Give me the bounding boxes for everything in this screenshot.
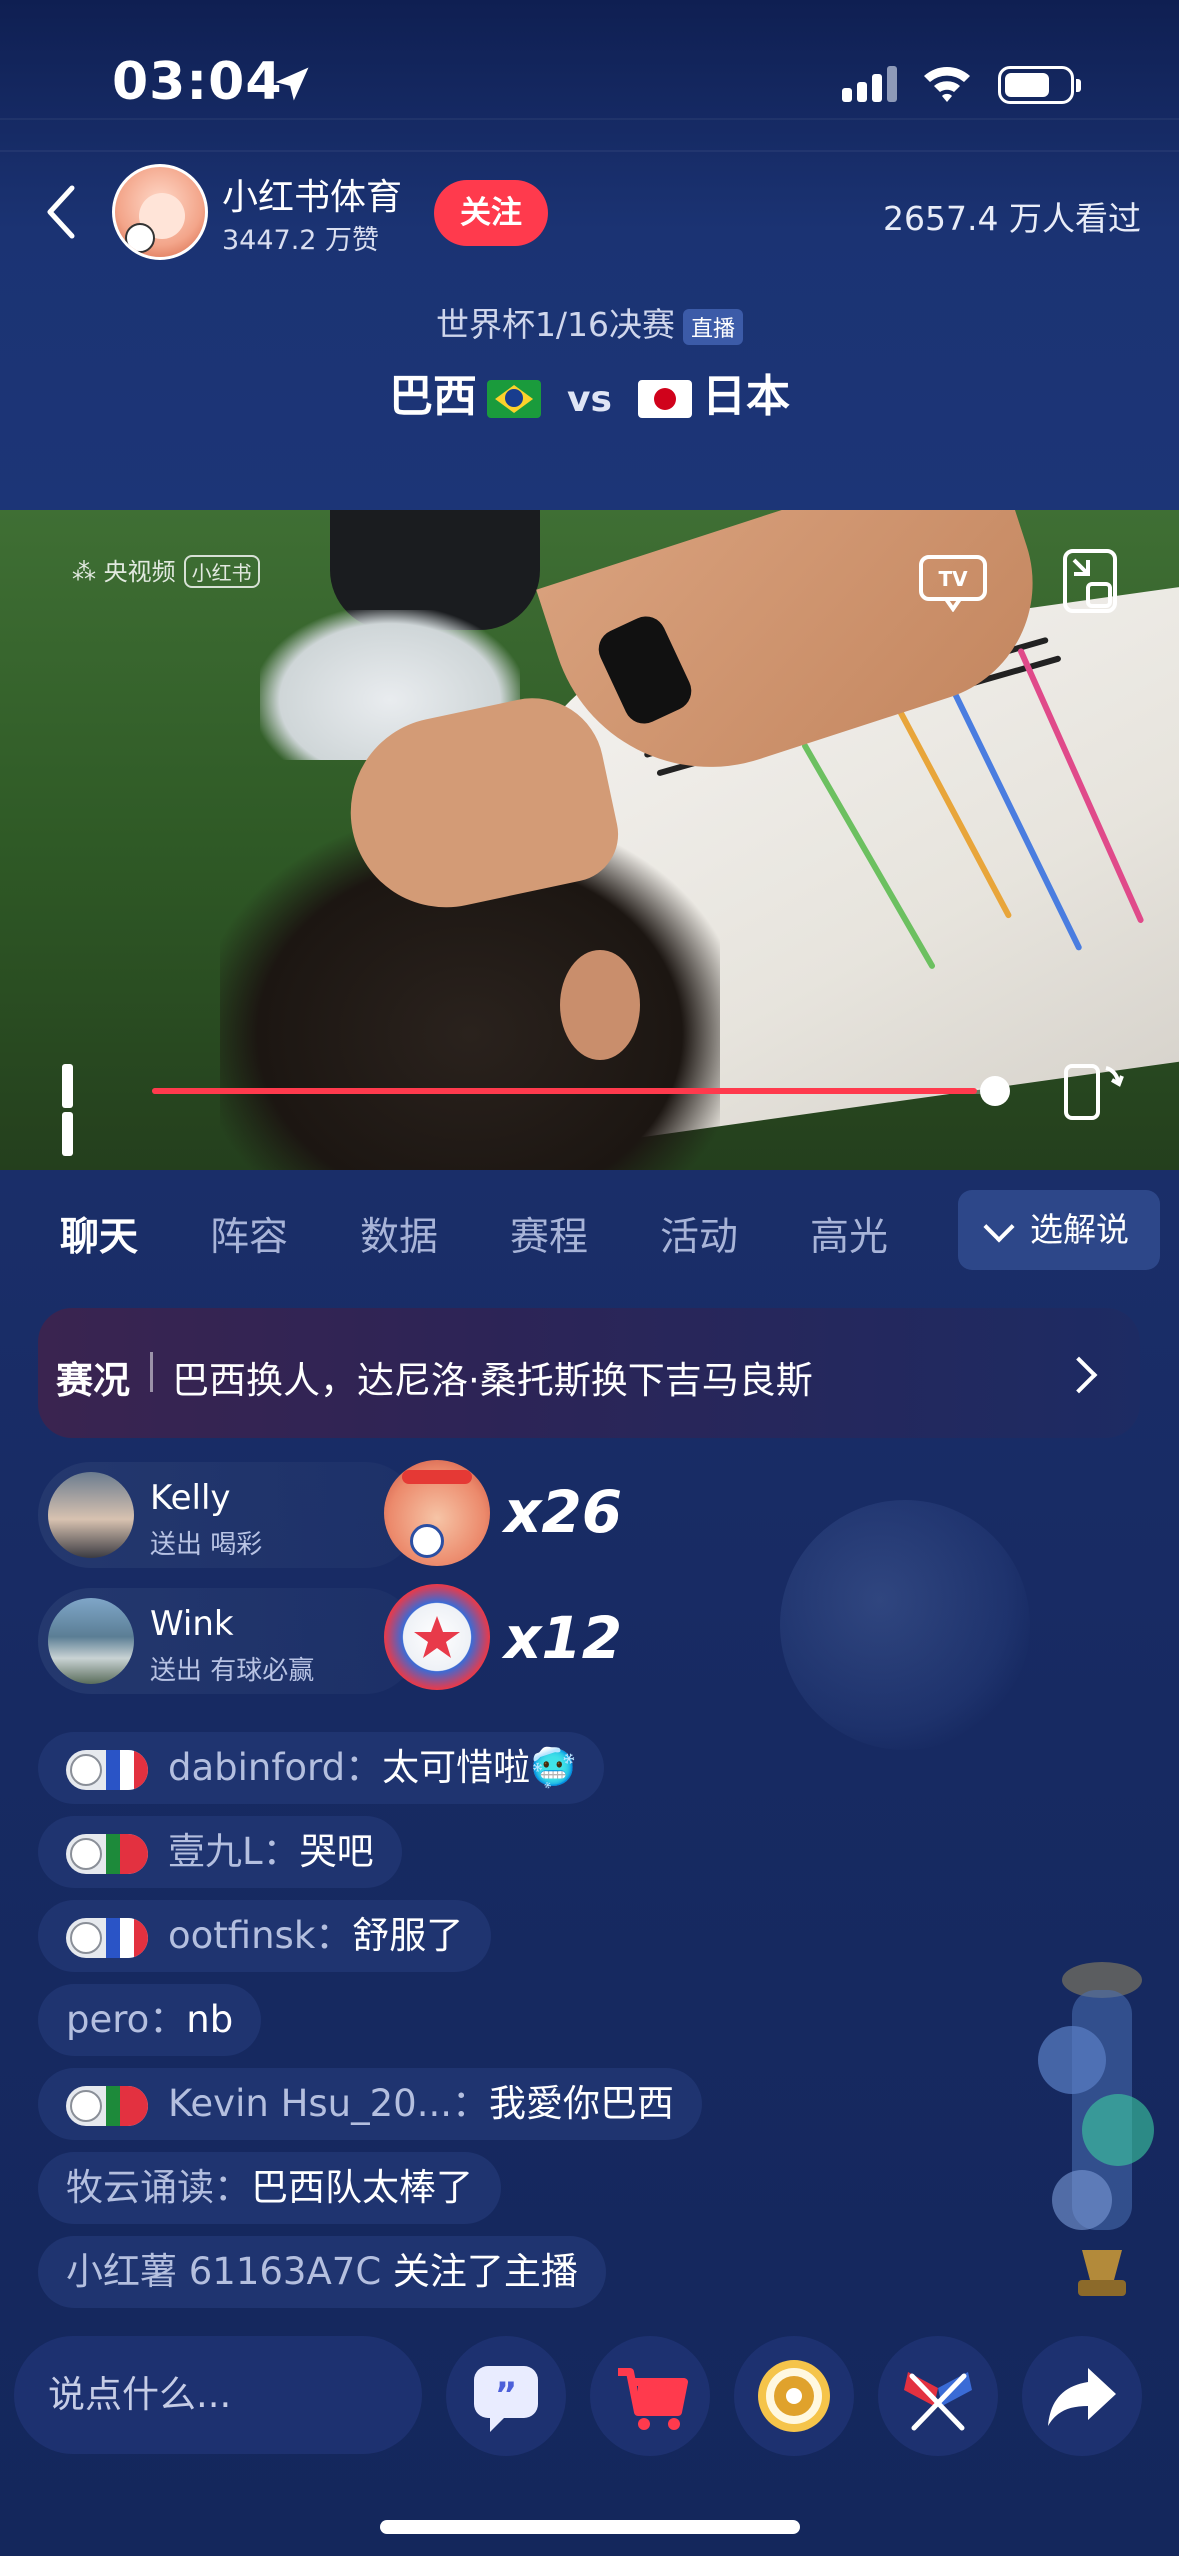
stadium-decoration bbox=[0, 150, 1179, 152]
comment-button[interactable]: ” bbox=[446, 2336, 566, 2456]
video-frame bbox=[560, 950, 640, 1060]
chat-username[interactable]: Kevin Hsu_20...： bbox=[168, 2082, 489, 2125]
chat-text: 巴西队太棒了 bbox=[251, 2166, 473, 2209]
match-update-text: 巴西换人，达尼洛·桑托斯换下吉马良斯 bbox=[172, 1359, 813, 1402]
follow-notification: 小红薯 61163A7C 关注了主播 bbox=[38, 2236, 606, 2308]
live-tag: 直播 bbox=[683, 308, 744, 345]
select-commentary-label: 选解说 bbox=[1030, 1210, 1129, 1249]
chat-input[interactable]: 说点什么... bbox=[14, 2336, 422, 2454]
fan-badge-france-icon bbox=[66, 1749, 148, 1790]
match-update-tag: 赛况 bbox=[56, 1359, 130, 1402]
chat-username[interactable]: ootfinsk： bbox=[168, 1914, 352, 1957]
wifi-icon bbox=[924, 67, 970, 102]
share-button[interactable] bbox=[1022, 2336, 1142, 2456]
follow-button[interactable]: 关注 bbox=[434, 180, 548, 246]
avatar bbox=[48, 1472, 134, 1558]
fan-badge-france-icon bbox=[66, 1917, 148, 1958]
tab-stats[interactable]: 数据 bbox=[360, 1206, 438, 1262]
chat-text: 太可惜啦🥶 bbox=[382, 1746, 577, 1789]
divider bbox=[150, 1352, 153, 1392]
team-home: 巴西 bbox=[389, 371, 478, 422]
chat-text: 关注了主播 bbox=[392, 2250, 578, 2293]
fullscreen-rotate-icon[interactable] bbox=[1062, 1058, 1124, 1122]
gift-description: 送出 有球必赢 bbox=[150, 1656, 315, 1686]
chat-message: pero：nb bbox=[38, 1984, 262, 2056]
gift-sender-name: Wink bbox=[150, 1604, 234, 1644]
gift-count: x12 bbox=[504, 1604, 623, 1672]
chat-username[interactable]: 牧云诵读： bbox=[66, 2166, 251, 2209]
football-coin-icon bbox=[758, 2360, 830, 2432]
battery-icon bbox=[998, 66, 1081, 104]
progress-knob[interactable] bbox=[980, 1076, 1010, 1106]
vs-label: vs bbox=[567, 379, 612, 420]
chat-username[interactable]: 壹九L： bbox=[168, 1830, 300, 1873]
progress-bar[interactable] bbox=[152, 1088, 1002, 1094]
channel-name[interactable]: 小红书体育 bbox=[222, 168, 402, 220]
tab-lineup[interactable]: 阵容 bbox=[210, 1206, 288, 1262]
chat-username[interactable]: 小红薯 61163A7C bbox=[66, 2250, 393, 2293]
team-support-button[interactable] bbox=[878, 2336, 998, 2456]
share-arrow-icon bbox=[1048, 2368, 1116, 2426]
stadium-decoration bbox=[0, 118, 1179, 120]
chevron-down-icon bbox=[983, 1211, 1015, 1243]
chat-text: nb bbox=[186, 1998, 234, 2041]
watermark-text: 央视频 bbox=[103, 558, 176, 586]
cellular-signal-icon bbox=[842, 66, 902, 102]
chat-text: 舒服了 bbox=[352, 1914, 464, 1957]
soccer-ball-decoration bbox=[780, 1500, 1030, 1750]
back-arrow-icon[interactable] bbox=[42, 182, 82, 242]
video-player[interactable] bbox=[0, 510, 1179, 1170]
watermark-tag: 小红书 bbox=[183, 555, 260, 588]
chat-text: 哭吧 bbox=[299, 1830, 374, 1873]
gift-notification: Kelly 送出 喝彩 bbox=[38, 1462, 418, 1568]
cast-tv-icon[interactable]: TV bbox=[918, 554, 988, 612]
tab-chat[interactable]: 聊天 bbox=[60, 1206, 138, 1262]
soccer-ball-gift-icon bbox=[384, 1584, 490, 1690]
fan-badge-portugal-icon bbox=[66, 2085, 148, 2126]
quote-bubble-icon: ” bbox=[474, 2366, 538, 2432]
chat-message: Kevin Hsu_20...：我愛你巴西 bbox=[38, 2068, 702, 2140]
chat-message: ootfinsk：舒服了 bbox=[38, 1900, 492, 1972]
home-indicator bbox=[380, 2520, 800, 2534]
progress-fill bbox=[152, 1088, 977, 1094]
tab-activities[interactable]: 活动 bbox=[660, 1206, 738, 1262]
match-round: 世界杯1/16决赛 直播 bbox=[0, 298, 1179, 346]
video-watermark: ⁂ 央视频 小红书 bbox=[72, 552, 260, 588]
shop-button[interactable] bbox=[590, 2336, 710, 2456]
gift-sender-name: Kelly bbox=[150, 1478, 231, 1518]
shopping-cart-icon bbox=[618, 2368, 688, 2430]
japan-flag-icon bbox=[637, 380, 692, 418]
chat-message: 壹九L：哭吧 bbox=[38, 1816, 402, 1888]
viewer-count: 2657.4 万人看过 bbox=[883, 199, 1141, 238]
chat-username[interactable]: pero： bbox=[66, 1998, 186, 2041]
team-away: 日本 bbox=[701, 371, 790, 422]
channel-avatar[interactable] bbox=[112, 164, 208, 260]
trophy-icon[interactable] bbox=[1022, 1950, 1172, 2310]
fan-badge-portugal-icon bbox=[66, 1833, 148, 1874]
svg-text:”: ” bbox=[495, 2375, 517, 2415]
gift-notification: Wink 送出 有球必赢 bbox=[38, 1588, 418, 1694]
crossed-flags-icon bbox=[904, 2372, 972, 2431]
chat-username[interactable]: dabinford： bbox=[168, 1746, 382, 1789]
match-round-text: 世界杯1/16决赛 bbox=[435, 305, 676, 344]
chat-message: dabinford：太可惜啦🥶 bbox=[38, 1732, 605, 1804]
svg-text:TV: TV bbox=[938, 567, 968, 591]
pause-button[interactable] bbox=[62, 1064, 102, 1156]
gift-description: 送出 喝彩 bbox=[150, 1530, 263, 1560]
cheer-gift-icon bbox=[384, 1460, 490, 1566]
status-time: 03:04 bbox=[112, 52, 283, 112]
channel-likes: 3447.2 万赞 bbox=[222, 225, 380, 256]
location-arrow-icon bbox=[275, 67, 309, 101]
brazil-flag-icon bbox=[487, 380, 542, 418]
tab-schedule[interactable]: 赛程 bbox=[510, 1206, 588, 1262]
gift-button[interactable] bbox=[734, 2336, 854, 2456]
gift-count: x26 bbox=[504, 1478, 623, 1546]
chat-text: 我愛你巴西 bbox=[489, 2082, 674, 2125]
picture-in-picture-icon[interactable] bbox=[1062, 548, 1118, 614]
avatar bbox=[48, 1598, 134, 1684]
chat-message: 牧云诵读：巴西队太棒了 bbox=[38, 2152, 501, 2224]
select-commentary-button[interactable]: 选解说 bbox=[958, 1190, 1160, 1270]
tab-highlights[interactable]: 高光 bbox=[810, 1206, 888, 1262]
match-teams: 巴西 vs 日本 bbox=[0, 360, 1179, 424]
